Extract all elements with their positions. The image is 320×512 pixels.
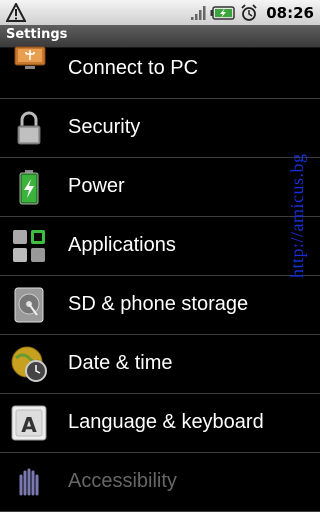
globe-clock-icon: [11, 346, 47, 382]
settings-item-applications[interactable]: Applications: [0, 217, 320, 276]
battery-charging-icon: [210, 5, 235, 20]
settings-item-accessibility[interactable]: Accessibility: [0, 453, 320, 512]
usb-monitor-icon: [14, 46, 46, 69]
svg-text:A: A: [21, 413, 37, 437]
status-bar: 08:26: [0, 0, 320, 25]
warning-icon: [6, 3, 26, 22]
settings-item-label: Accessibility: [68, 470, 177, 492]
accessibility-hand-icon: [19, 468, 39, 496]
settings-item-power[interactable]: Power: [0, 158, 320, 217]
signal-icon: [191, 5, 206, 20]
battery-icon: [19, 170, 39, 205]
settings-item-label: Applications: [68, 234, 176, 256]
settings-item-label: SD & phone storage: [68, 293, 249, 315]
settings-item-date-time[interactable]: Date & time: [0, 335, 320, 394]
alarm-icon: [241, 3, 257, 21]
settings-item-label: Language & keyboard: [68, 411, 264, 433]
keyboard-key-icon: A: [11, 405, 47, 441]
clock: 08:26: [266, 3, 314, 22]
settings-list: Connect to PC Security Power Application…: [0, 40, 320, 512]
applications-icon: [13, 230, 45, 262]
settings-item-label: Power: [68, 175, 125, 197]
settings-item-connect-to-pc[interactable]: Connect to PC: [0, 40, 320, 99]
settings-item-language-keyboard[interactable]: A Language & keyboard: [0, 394, 320, 453]
settings-item-label: Security: [68, 116, 141, 138]
settings-item-label: Date & time: [68, 352, 173, 374]
settings-item-security[interactable]: Security: [0, 99, 320, 158]
settings-item-sd-phone-storage[interactable]: SD & phone storage: [0, 276, 320, 335]
watermark-text: http://amicus.bg: [287, 153, 307, 279]
storage-icon: [14, 287, 44, 323]
lock-icon: [17, 111, 41, 145]
settings-item-label: Connect to PC: [68, 57, 199, 79]
